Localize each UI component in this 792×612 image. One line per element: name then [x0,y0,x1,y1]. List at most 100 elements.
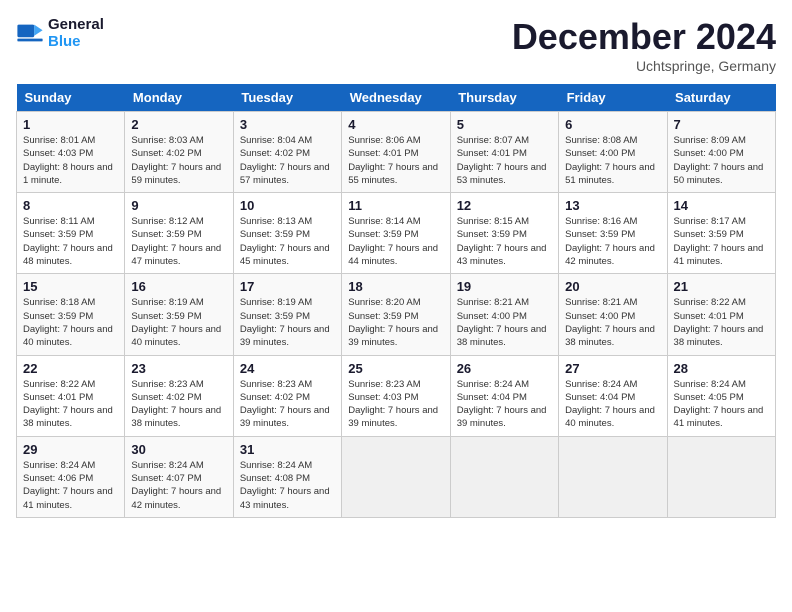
day-info: Sunrise: 8:20 AM Sunset: 3:59 PM Dayligh… [348,296,443,349]
calendar-week-row: 29 Sunrise: 8:24 AM Sunset: 4:06 PM Dayl… [17,436,776,517]
day-of-week-header: Friday [559,84,667,112]
calendar-cell [450,436,558,517]
calendar-cell: 7 Sunrise: 8:09 AM Sunset: 4:00 PM Dayli… [667,112,775,193]
day-info: Sunrise: 8:24 AM Sunset: 4:07 PM Dayligh… [131,459,226,512]
day-info: Sunrise: 8:14 AM Sunset: 3:59 PM Dayligh… [348,215,443,268]
calendar-week-row: 22 Sunrise: 8:22 AM Sunset: 4:01 PM Dayl… [17,355,776,436]
day-of-week-header: Sunday [17,84,125,112]
day-number: 2 [131,117,226,132]
calendar-cell: 5 Sunrise: 8:07 AM Sunset: 4:01 PM Dayli… [450,112,558,193]
day-info: Sunrise: 8:16 AM Sunset: 3:59 PM Dayligh… [565,215,660,268]
calendar-cell: 17 Sunrise: 8:19 AM Sunset: 3:59 PM Dayl… [233,274,341,355]
day-info: Sunrise: 8:24 AM Sunset: 4:04 PM Dayligh… [457,378,552,431]
day-number: 22 [23,361,118,376]
day-info: Sunrise: 8:04 AM Sunset: 4:02 PM Dayligh… [240,134,335,187]
calendar-week-row: 15 Sunrise: 8:18 AM Sunset: 3:59 PM Dayl… [17,274,776,355]
calendar-cell [667,436,775,517]
day-number: 25 [348,361,443,376]
day-info: Sunrise: 8:01 AM Sunset: 4:03 PM Dayligh… [23,134,118,187]
day-info: Sunrise: 8:24 AM Sunset: 4:04 PM Dayligh… [565,378,660,431]
day-info: Sunrise: 8:21 AM Sunset: 4:00 PM Dayligh… [565,296,660,349]
day-info: Sunrise: 8:24 AM Sunset: 4:08 PM Dayligh… [240,459,335,512]
day-info: Sunrise: 8:24 AM Sunset: 4:06 PM Dayligh… [23,459,118,512]
day-number: 28 [674,361,769,376]
calendar-cell: 3 Sunrise: 8:04 AM Sunset: 4:02 PM Dayli… [233,112,341,193]
day-number: 12 [457,198,552,213]
day-of-week-header: Saturday [667,84,775,112]
day-info: Sunrise: 8:19 AM Sunset: 3:59 PM Dayligh… [240,296,335,349]
calendar-cell: 9 Sunrise: 8:12 AM Sunset: 3:59 PM Dayli… [125,193,233,274]
calendar-cell: 22 Sunrise: 8:22 AM Sunset: 4:01 PM Dayl… [17,355,125,436]
calendar-cell: 21 Sunrise: 8:22 AM Sunset: 4:01 PM Dayl… [667,274,775,355]
day-info: Sunrise: 8:22 AM Sunset: 4:01 PM Dayligh… [674,296,769,349]
calendar-header-row: SundayMondayTuesdayWednesdayThursdayFrid… [17,84,776,112]
page-header: General Blue December 2024 Uchtspringe, … [16,16,776,74]
calendar-cell: 8 Sunrise: 8:11 AM Sunset: 3:59 PM Dayli… [17,193,125,274]
calendar-cell: 26 Sunrise: 8:24 AM Sunset: 4:04 PM Dayl… [450,355,558,436]
day-number: 26 [457,361,552,376]
month-title: December 2024 [512,16,776,58]
calendar-cell: 19 Sunrise: 8:21 AM Sunset: 4:00 PM Dayl… [450,274,558,355]
day-of-week-header: Wednesday [342,84,450,112]
day-number: 10 [240,198,335,213]
day-info: Sunrise: 8:24 AM Sunset: 4:05 PM Dayligh… [674,378,769,431]
calendar-cell: 31 Sunrise: 8:24 AM Sunset: 4:08 PM Dayl… [233,436,341,517]
day-info: Sunrise: 8:09 AM Sunset: 4:00 PM Dayligh… [674,134,769,187]
day-of-week-header: Tuesday [233,84,341,112]
day-number: 13 [565,198,660,213]
logo-icon [16,19,44,47]
day-number: 17 [240,279,335,294]
day-info: Sunrise: 8:18 AM Sunset: 3:59 PM Dayligh… [23,296,118,349]
calendar-cell: 24 Sunrise: 8:23 AM Sunset: 4:02 PM Dayl… [233,355,341,436]
day-number: 24 [240,361,335,376]
title-area: December 2024 Uchtspringe, Germany [512,16,776,74]
calendar-cell: 10 Sunrise: 8:13 AM Sunset: 3:59 PM Dayl… [233,193,341,274]
calendar-cell: 23 Sunrise: 8:23 AM Sunset: 4:02 PM Dayl… [125,355,233,436]
day-number: 1 [23,117,118,132]
calendar-cell: 27 Sunrise: 8:24 AM Sunset: 4:04 PM Dayl… [559,355,667,436]
day-number: 5 [457,117,552,132]
day-number: 14 [674,198,769,213]
day-number: 16 [131,279,226,294]
day-info: Sunrise: 8:11 AM Sunset: 3:59 PM Dayligh… [23,215,118,268]
calendar-cell: 2 Sunrise: 8:03 AM Sunset: 4:02 PM Dayli… [125,112,233,193]
day-number: 21 [674,279,769,294]
day-number: 30 [131,442,226,457]
calendar-cell: 4 Sunrise: 8:06 AM Sunset: 4:01 PM Dayli… [342,112,450,193]
day-info: Sunrise: 8:07 AM Sunset: 4:01 PM Dayligh… [457,134,552,187]
calendar-cell: 20 Sunrise: 8:21 AM Sunset: 4:00 PM Dayl… [559,274,667,355]
day-info: Sunrise: 8:03 AM Sunset: 4:02 PM Dayligh… [131,134,226,187]
logo: General Blue [16,16,104,50]
calendar-cell: 15 Sunrise: 8:18 AM Sunset: 3:59 PM Dayl… [17,274,125,355]
day-number: 18 [348,279,443,294]
day-of-week-header: Monday [125,84,233,112]
day-info: Sunrise: 8:06 AM Sunset: 4:01 PM Dayligh… [348,134,443,187]
day-number: 7 [674,117,769,132]
day-of-week-header: Thursday [450,84,558,112]
location: Uchtspringe, Germany [512,58,776,74]
logo-text: General Blue [48,16,104,50]
calendar-week-row: 8 Sunrise: 8:11 AM Sunset: 3:59 PM Dayli… [17,193,776,274]
day-info: Sunrise: 8:15 AM Sunset: 3:59 PM Dayligh… [457,215,552,268]
calendar-cell: 25 Sunrise: 8:23 AM Sunset: 4:03 PM Dayl… [342,355,450,436]
day-number: 19 [457,279,552,294]
day-number: 20 [565,279,660,294]
day-number: 23 [131,361,226,376]
day-number: 11 [348,198,443,213]
calendar-cell: 12 Sunrise: 8:15 AM Sunset: 3:59 PM Dayl… [450,193,558,274]
day-number: 6 [565,117,660,132]
day-number: 31 [240,442,335,457]
day-number: 29 [23,442,118,457]
calendar-body: 1 Sunrise: 8:01 AM Sunset: 4:03 PM Dayli… [17,112,776,518]
calendar-cell [342,436,450,517]
day-number: 8 [23,198,118,213]
day-info: Sunrise: 8:23 AM Sunset: 4:02 PM Dayligh… [240,378,335,431]
calendar-cell [559,436,667,517]
calendar-cell: 28 Sunrise: 8:24 AM Sunset: 4:05 PM Dayl… [667,355,775,436]
calendar-cell: 14 Sunrise: 8:17 AM Sunset: 3:59 PM Dayl… [667,193,775,274]
calendar-table: SundayMondayTuesdayWednesdayThursdayFrid… [16,84,776,518]
day-number: 4 [348,117,443,132]
day-number: 27 [565,361,660,376]
calendar-cell: 13 Sunrise: 8:16 AM Sunset: 3:59 PM Dayl… [559,193,667,274]
day-info: Sunrise: 8:23 AM Sunset: 4:02 PM Dayligh… [131,378,226,431]
